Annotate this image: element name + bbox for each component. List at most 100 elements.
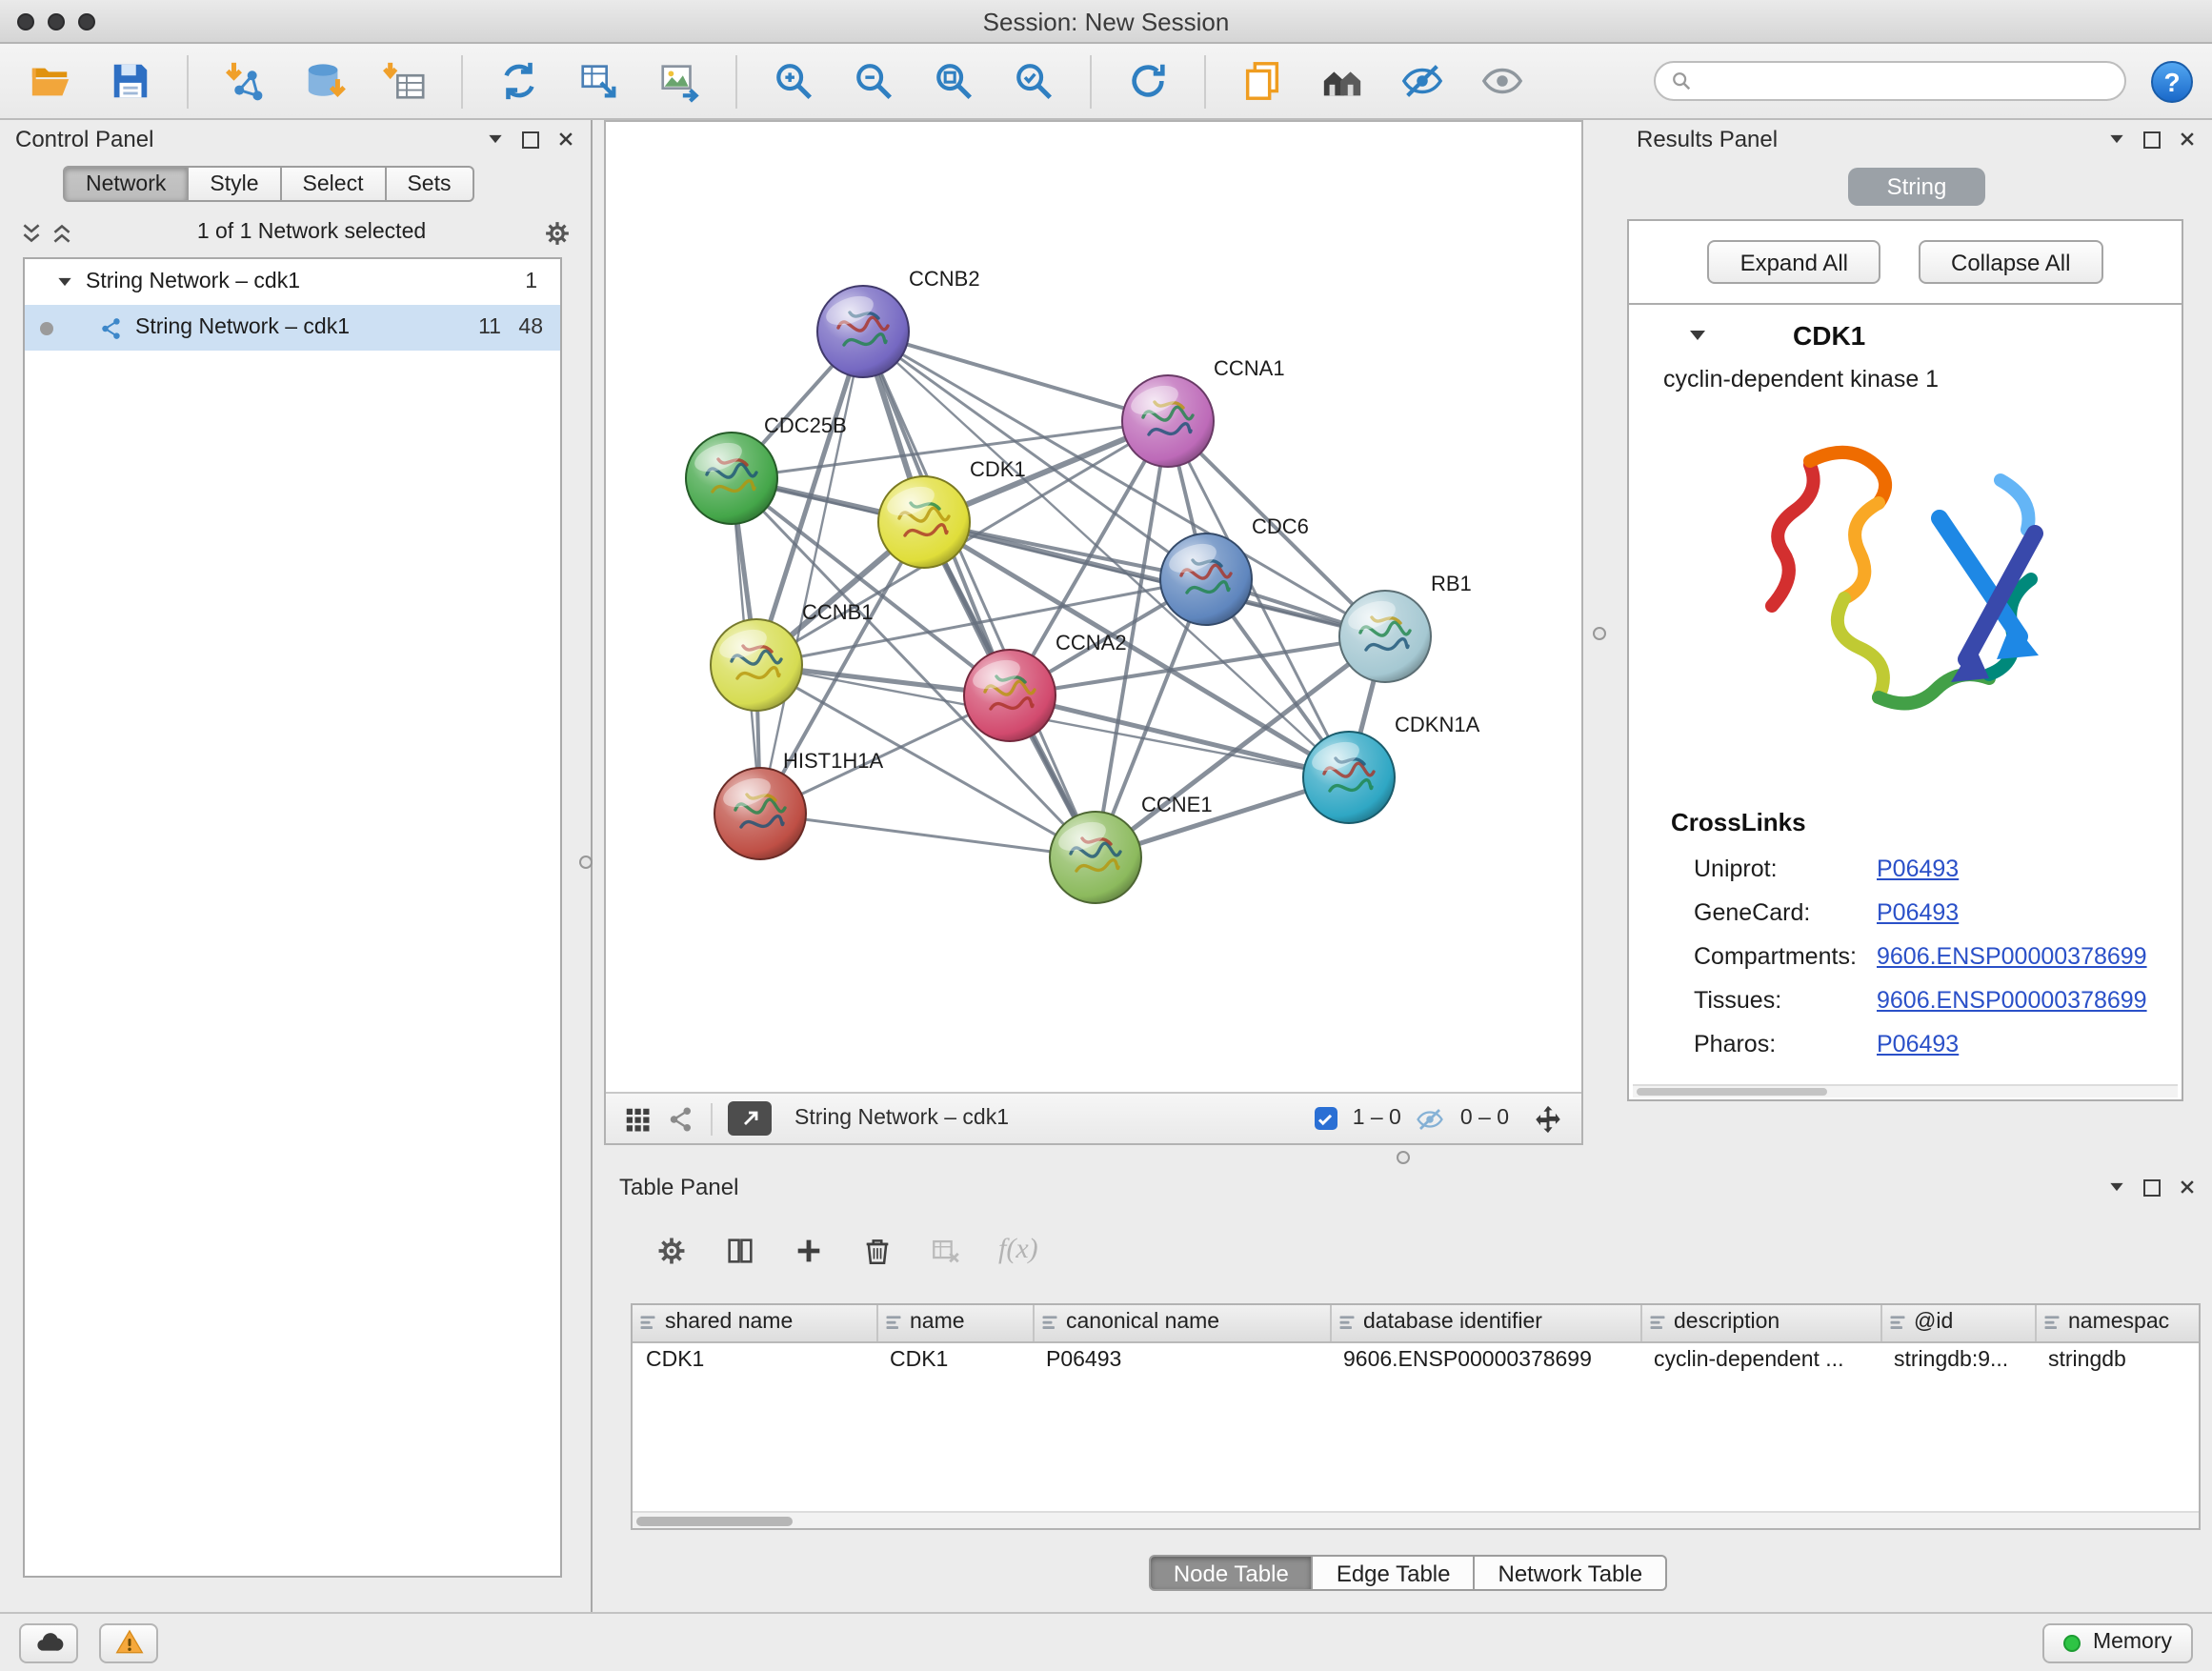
tab-string[interactable]: String bbox=[1848, 168, 1985, 206]
table-cell[interactable]: CDK1 bbox=[876, 1341, 1033, 1379]
selected-nodes-checkbox[interactable] bbox=[1315, 1107, 1337, 1130]
tab-style[interactable]: Style bbox=[189, 166, 281, 202]
column-header-database-identifier[interactable]: database identifier bbox=[1330, 1305, 1640, 1341]
cloud-button[interactable] bbox=[19, 1622, 78, 1662]
network-node-cdk1[interactable]: CDK1 bbox=[878, 457, 1026, 568]
zoom-fit-button[interactable] bbox=[922, 52, 985, 110]
network-node-rb1[interactable]: RB1 bbox=[1339, 572, 1472, 682]
hidden-elements-icon[interactable] bbox=[1417, 1104, 1445, 1133]
export-image-button[interactable] bbox=[648, 52, 711, 110]
tab-network-table[interactable]: Network Table bbox=[1476, 1555, 1668, 1591]
close-window-button[interactable] bbox=[17, 12, 34, 30]
network-edge[interactable] bbox=[760, 814, 1096, 857]
results-hscrollbar[interactable] bbox=[1633, 1084, 2178, 1097]
delete-column-icon[interactable] bbox=[861, 1235, 894, 1267]
network-node-cdc25b[interactable]: CDC25B bbox=[686, 413, 847, 524]
collapse-all-icon[interactable] bbox=[19, 220, 44, 245]
tab-network[interactable]: Network bbox=[63, 166, 189, 202]
tab-select[interactable]: Select bbox=[282, 166, 387, 202]
close-panel-icon[interactable] bbox=[556, 130, 575, 149]
table-cell[interactable]: P06493 bbox=[1033, 1341, 1330, 1379]
maximize-panel-icon[interactable] bbox=[522, 131, 539, 148]
column-header-canonical-name[interactable]: canonical name bbox=[1033, 1305, 1330, 1341]
tab-sets[interactable]: Sets bbox=[386, 166, 473, 202]
zoom-in-button[interactable] bbox=[762, 52, 825, 110]
network-node-ccnb2[interactable]: CCNB2 bbox=[817, 267, 980, 377]
show-all-button[interactable] bbox=[1471, 52, 1534, 110]
maximize-panel-icon[interactable] bbox=[2143, 1178, 2161, 1196]
search-input[interactable] bbox=[1701, 70, 2109, 92]
close-panel-icon[interactable] bbox=[2178, 130, 2197, 149]
detach-view-button[interactable] bbox=[728, 1101, 772, 1136]
float-panel-icon[interactable] bbox=[486, 130, 505, 149]
annotation-button[interactable] bbox=[1231, 52, 1294, 110]
open-button[interactable] bbox=[19, 52, 82, 110]
crosslink-value[interactable]: P06493 bbox=[1877, 898, 1959, 925]
import-table-button[interactable] bbox=[373, 52, 436, 110]
horizontal-splitter-handle[interactable] bbox=[1397, 1151, 1410, 1164]
crosslink-value[interactable]: 9606.ENSP00000378699 bbox=[1877, 942, 2147, 969]
close-panel-icon[interactable] bbox=[2178, 1178, 2197, 1197]
help-button[interactable]: ? bbox=[2151, 60, 2193, 102]
left-splitter-handle[interactable] bbox=[579, 856, 593, 869]
warnings-button[interactable] bbox=[99, 1622, 158, 1662]
network-node-hist1h1a[interactable]: HIST1H1A bbox=[714, 749, 883, 859]
pan-mode-icon[interactable] bbox=[1532, 1102, 1564, 1135]
table-cell[interactable]: cyclin-dependent ... bbox=[1640, 1341, 1880, 1379]
table-settings-gear-icon[interactable] bbox=[655, 1235, 688, 1267]
network-from-table-button[interactable] bbox=[568, 52, 631, 110]
minimize-window-button[interactable] bbox=[48, 12, 65, 30]
zoom-out-button[interactable] bbox=[842, 52, 905, 110]
share-view-icon[interactable] bbox=[667, 1104, 695, 1133]
memory-button[interactable]: Memory bbox=[2043, 1622, 2193, 1662]
grid-view-icon[interactable] bbox=[623, 1104, 652, 1133]
column-header--id[interactable]: @id bbox=[1880, 1305, 2035, 1341]
collapse-caret-icon[interactable] bbox=[1686, 324, 1709, 347]
crosslink-value[interactable]: P06493 bbox=[1877, 855, 1959, 881]
column-header-namespac[interactable]: namespac bbox=[2035, 1305, 2201, 1341]
tab-node-table[interactable]: Node Table bbox=[1149, 1555, 1314, 1591]
tree-collection-row[interactable]: String Network – cdk11 bbox=[25, 259, 560, 305]
new-network-button[interactable] bbox=[488, 52, 551, 110]
table-hscrollbar[interactable] bbox=[633, 1511, 2199, 1528]
collapse-all-button[interactable]: Collapse All bbox=[1919, 240, 2102, 284]
expand-all-button[interactable]: Expand All bbox=[1708, 240, 1880, 284]
show-columns-icon[interactable] bbox=[724, 1235, 756, 1267]
float-panel-icon[interactable] bbox=[2107, 1178, 2126, 1197]
column-header-description[interactable]: description bbox=[1640, 1305, 1880, 1341]
gear-icon[interactable] bbox=[543, 218, 572, 247]
network-edge[interactable] bbox=[760, 332, 863, 814]
expand-all-icon[interactable] bbox=[50, 220, 74, 245]
crosslink-value[interactable]: 9606.ENSP00000378699 bbox=[1877, 986, 2147, 1013]
network-edge[interactable] bbox=[863, 332, 1168, 421]
table-cell[interactable]: stringdb:9... bbox=[1880, 1341, 2035, 1379]
save-button[interactable] bbox=[99, 52, 162, 110]
network-canvas[interactable]: CCNB2CCNA1CDC25BCDK1CDC6RB1CCNB1CCNA2CDK… bbox=[606, 122, 1581, 1092]
search-box[interactable] bbox=[1654, 61, 2126, 101]
table-cell[interactable]: CDK1 bbox=[633, 1341, 876, 1379]
float-panel-icon[interactable] bbox=[2107, 130, 2126, 149]
table-row[interactable]: CDK1CDK1P064939606.ENSP00000378699cyclin… bbox=[633, 1341, 2201, 1379]
gene-card-header[interactable]: CDK1 bbox=[1629, 305, 2182, 351]
import-database-button[interactable] bbox=[293, 52, 356, 110]
table-cell[interactable]: stringdb bbox=[2035, 1341, 2201, 1379]
zoom-selected-button[interactable] bbox=[1002, 52, 1065, 110]
network-node-ccna1[interactable]: CCNA1 bbox=[1122, 356, 1285, 467]
table-cell[interactable]: 9606.ENSP00000378699 bbox=[1330, 1341, 1640, 1379]
network-edge[interactable] bbox=[863, 332, 1096, 857]
add-column-icon[interactable] bbox=[793, 1235, 825, 1267]
maximize-panel-icon[interactable] bbox=[2143, 131, 2161, 148]
tree-network-row[interactable]: String Network – cdk11148 bbox=[25, 305, 560, 351]
zoom-window-button[interactable] bbox=[78, 12, 95, 30]
refresh-button[interactable] bbox=[1116, 52, 1179, 110]
home-button[interactable] bbox=[1311, 52, 1374, 110]
network-node-cdkn1a[interactable]: CDKN1A bbox=[1303, 713, 1480, 823]
import-network-button[interactable] bbox=[213, 52, 276, 110]
network-enabled-indicator[interactable] bbox=[40, 321, 53, 334]
network-node-cdc6[interactable]: CDC6 bbox=[1160, 514, 1309, 625]
crosslink-value[interactable]: P06493 bbox=[1877, 1030, 1959, 1057]
hide-selected-button[interactable] bbox=[1391, 52, 1454, 110]
tab-edge-table[interactable]: Edge Table bbox=[1314, 1555, 1476, 1591]
column-header-name[interactable]: name bbox=[876, 1305, 1033, 1341]
right-splitter-handle[interactable] bbox=[1593, 627, 1606, 640]
